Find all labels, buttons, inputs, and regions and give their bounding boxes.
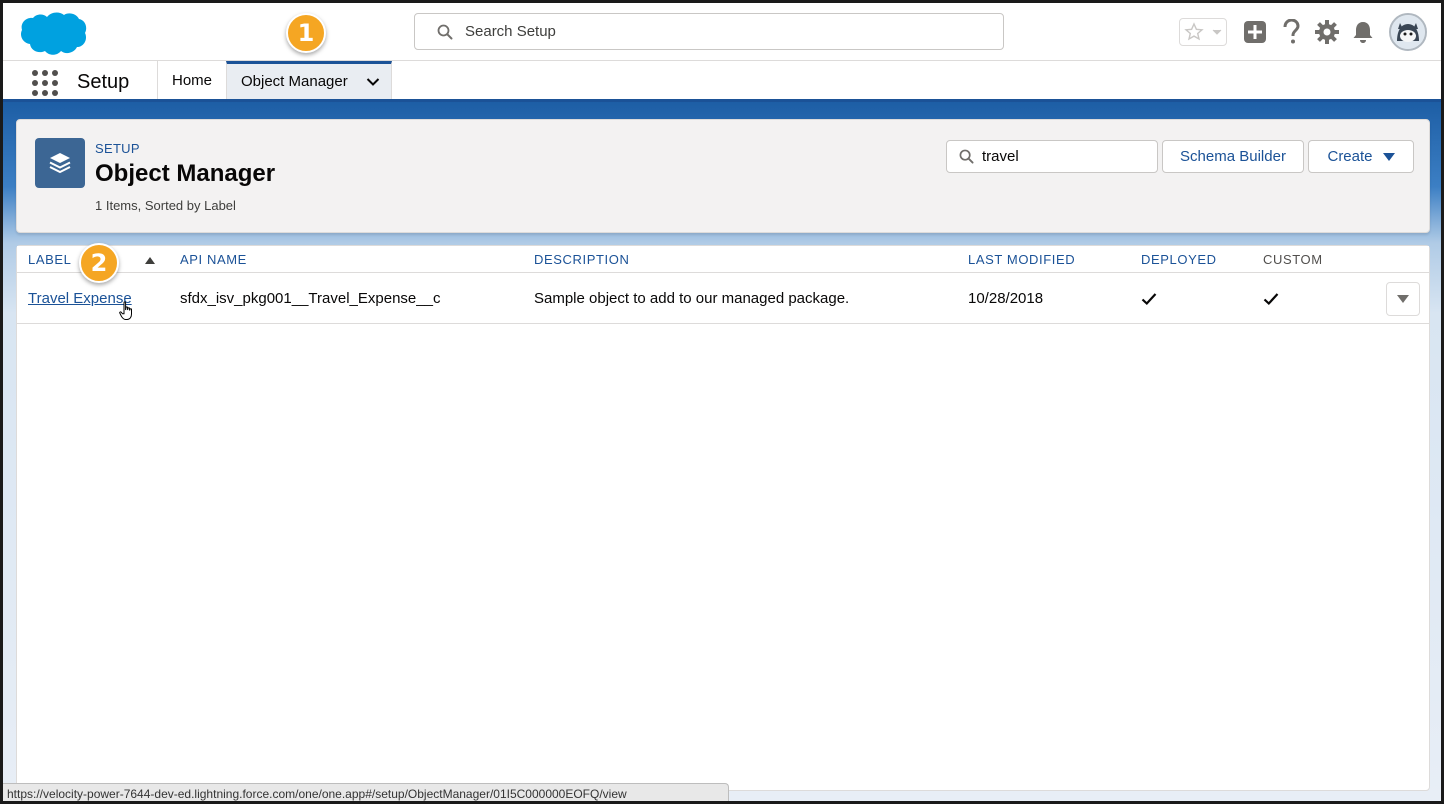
global-actions-button[interactable] bbox=[1237, 14, 1273, 50]
gear-icon bbox=[1315, 20, 1339, 44]
app-name: Setup bbox=[77, 71, 130, 93]
column-header-deployed[interactable]: DEPLOYED bbox=[1141, 252, 1217, 267]
chevron-down-icon[interactable] bbox=[366, 77, 380, 87]
context-bar: Setup Home Object Manager bbox=[3, 61, 1441, 102]
page-title: Object Manager bbox=[95, 160, 276, 187]
column-header-api-name[interactable]: API NAME bbox=[180, 252, 247, 267]
create-button-label: Create bbox=[1327, 148, 1373, 165]
global-header bbox=[3, 3, 1441, 61]
quick-find[interactable] bbox=[946, 140, 1158, 173]
caret-down-icon bbox=[1397, 295, 1409, 303]
deployed-check-icon bbox=[1141, 293, 1157, 306]
row-description: Sample object to add to our managed pack… bbox=[534, 290, 850, 307]
row-last-modified: 10/28/2018 bbox=[968, 290, 1044, 307]
global-search[interactable] bbox=[414, 13, 1004, 50]
create-button[interactable]: Create bbox=[1308, 140, 1414, 173]
breadcrumb-setup[interactable]: SETUP bbox=[95, 141, 140, 156]
salesforce-logo[interactable] bbox=[19, 11, 87, 57]
favorites-group[interactable] bbox=[1179, 18, 1227, 46]
notifications-button[interactable] bbox=[1345, 14, 1381, 50]
table-header: LABEL API NAME DESCRIPTION LAST MODIFIED… bbox=[17, 246, 1429, 273]
tab-home[interactable]: Home bbox=[158, 61, 226, 99]
step-badge-2: 2 bbox=[79, 243, 119, 283]
tab-object-manager-label: Object Manager bbox=[241, 73, 348, 90]
step-badge-1: 1 bbox=[286, 13, 326, 53]
astro-avatar-icon bbox=[1391, 15, 1425, 49]
question-icon bbox=[1283, 19, 1300, 44]
browser-frame: Setup Home Object Manager SETUP Object M… bbox=[0, 0, 1444, 804]
list-meta: 1 Items, Sorted by Label bbox=[95, 198, 236, 213]
header-utilities bbox=[1179, 11, 1427, 53]
layers-icon bbox=[35, 138, 85, 188]
sort-ascending-icon[interactable] bbox=[145, 256, 155, 264]
setup-gear-button[interactable] bbox=[1309, 14, 1345, 50]
hand-cursor-icon bbox=[119, 301, 132, 320]
column-header-description[interactable]: DESCRIPTION bbox=[534, 252, 629, 267]
user-avatar[interactable] bbox=[1389, 13, 1427, 51]
column-header-label[interactable]: LABEL bbox=[28, 252, 71, 267]
help-button[interactable] bbox=[1273, 14, 1309, 50]
travel-expense-link[interactable]: Travel Expense bbox=[28, 290, 132, 307]
app-launcher-icon[interactable] bbox=[32, 70, 58, 96]
global-search-input[interactable] bbox=[465, 23, 965, 40]
caret-down-icon bbox=[1382, 152, 1395, 161]
custom-check-icon bbox=[1263, 293, 1279, 306]
chevron-down-icon[interactable] bbox=[1212, 27, 1222, 37]
plus-square-icon bbox=[1244, 21, 1266, 43]
row-label-cell: Travel Expense bbox=[28, 290, 132, 307]
object-manager-page-header: SETUP Object Manager 1 Items, Sorted by … bbox=[16, 119, 1430, 233]
table-row: Travel Expense sfdx_isv_pkg001__Travel_E… bbox=[17, 273, 1429, 324]
object-list-table: LABEL API NAME DESCRIPTION LAST MODIFIED… bbox=[16, 245, 1430, 791]
bell-icon bbox=[1353, 22, 1373, 43]
tab-object-manager[interactable]: Object Manager bbox=[226, 61, 392, 99]
schema-builder-button[interactable]: Schema Builder bbox=[1162, 140, 1304, 173]
browser-status-bar: https://velocity-power-7644-dev-ed.light… bbox=[3, 783, 729, 801]
column-header-custom: CUSTOM bbox=[1263, 252, 1323, 267]
quick-find-input[interactable] bbox=[982, 148, 1142, 165]
column-header-last-modified[interactable]: LAST MODIFIED bbox=[968, 252, 1075, 267]
star-icon[interactable] bbox=[1184, 22, 1204, 42]
row-actions-button[interactable] bbox=[1386, 282, 1420, 316]
row-api-name: sfdx_isv_pkg001__Travel_Expense__c bbox=[180, 290, 441, 307]
search-icon bbox=[959, 149, 974, 164]
search-icon bbox=[425, 24, 465, 40]
